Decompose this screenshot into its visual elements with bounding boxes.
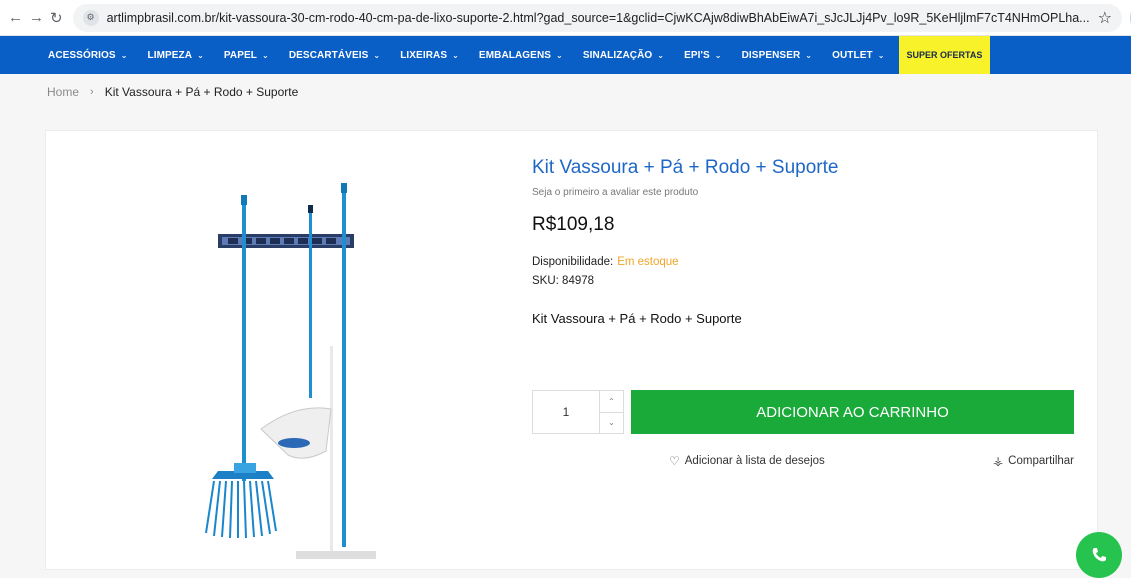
nav-item-limpeza[interactable]: LIMPEZA ⌄ bbox=[148, 50, 204, 61]
chevron-down-icon: ⌄ bbox=[452, 50, 459, 60]
product-info: Kit Vassoura + Pá + Rodo + Suporte Seja … bbox=[532, 157, 1077, 468]
quantity-stepper[interactable]: 1 ⌃ ⌄ bbox=[532, 390, 624, 434]
chevron-down-icon: ⌄ bbox=[373, 50, 381, 60]
product-title: Kit Vassoura + Pá + Rodo + Suporte bbox=[532, 157, 839, 178]
nav-item-lixeiras[interactable]: LIXEIRAS ⌄ bbox=[400, 50, 459, 61]
phone-icon bbox=[1092, 548, 1106, 562]
product-image[interactable] bbox=[176, 181, 426, 561]
quantity-input[interactable]: 1 bbox=[533, 391, 599, 433]
share-label: Compartilhar bbox=[1008, 455, 1074, 467]
main-navigation: ACESSÓRIOS ⌄ LIMPEZA ⌄ PAPEL ⌄ DESCARTÁVEIS… bbox=[0, 36, 1131, 74]
sku: SKU: 84978 bbox=[532, 275, 1077, 287]
nav-label: DISPENSER bbox=[741, 49, 801, 61]
nav-label: PAPEL bbox=[223, 49, 258, 61]
chevron-down-icon: ⌄ bbox=[805, 50, 813, 60]
nav-label: EMBALAGENS bbox=[478, 49, 552, 61]
quantity-arrows: ⌃ ⌄ bbox=[599, 391, 623, 433]
chevron-down-icon: ⌄ bbox=[197, 50, 204, 60]
chevron-down-icon: ⌄ bbox=[120, 50, 128, 60]
wishlist-button[interactable]: ♡ Adicionar à lista de desejos bbox=[669, 454, 825, 468]
chevron-down-icon: ⌄ bbox=[877, 50, 885, 60]
nav-label: LIMPEZA bbox=[147, 49, 193, 61]
chevron-down-icon: ⌄ bbox=[262, 50, 269, 60]
nav-item-sinalizacao[interactable]: SINALIZAÇÃO ⌄ bbox=[583, 50, 664, 61]
nav-label: ACESSÓRIOS bbox=[48, 49, 116, 61]
review-link[interactable]: Seja o primeiro a avaliar este produto bbox=[532, 187, 1077, 198]
short-description: Kit Vassoura + Pá + Rodo + Suporte bbox=[532, 311, 742, 326]
breadcrumb: Home › Kit Vassoura + Pá + Rodo + Suport… bbox=[0, 74, 1131, 110]
chevron-down-icon: ⌄ bbox=[556, 50, 563, 60]
wishlist-label: Adicionar à lista de desejos bbox=[684, 455, 825, 467]
product-price: R$109,18 bbox=[532, 214, 615, 235]
share-button[interactable]: ⚶ Compartilhar bbox=[993, 454, 1074, 468]
nav-label: DESCARTÁVEIS bbox=[288, 49, 369, 61]
chevron-down-icon: ⌄ bbox=[714, 50, 722, 60]
share-icon: ⚶ bbox=[992, 454, 1004, 468]
product-card: Kit Vassoura + Pá + Rodo + Suporte Seja … bbox=[45, 130, 1098, 570]
bookmark-star-icon[interactable]: ☆ bbox=[1098, 8, 1112, 28]
availability: Disponibilidade: Em estoque bbox=[532, 256, 1077, 268]
url-path: /kit-vassoura-30-cm-rodo-40-cm-pa-de-lix… bbox=[215, 10, 1090, 25]
whatsapp-chat-icon[interactable] bbox=[1076, 532, 1122, 578]
nav-label: EPI'S bbox=[684, 49, 710, 61]
availability-label: Disponibilidade: bbox=[532, 256, 614, 268]
url-host: artlimpbrasil.com.br bbox=[106, 10, 216, 25]
nav-item-embalagens[interactable]: EMBALAGENS ⌄ bbox=[479, 50, 563, 61]
heart-icon: ♡ bbox=[669, 454, 680, 468]
nav-item-outlet[interactable]: OUTLET ⌄ bbox=[832, 50, 884, 61]
nav-item-descartaveis[interactable]: DESCARTÁVEIS ⌄ bbox=[289, 50, 380, 61]
site-info-icon[interactable]: ⚙ bbox=[82, 9, 99, 26]
nav-label: OUTLET bbox=[832, 49, 873, 61]
nav-item-papel[interactable]: PAPEL ⌄ bbox=[224, 50, 269, 61]
sku-label: SKU: bbox=[532, 275, 559, 287]
sku-value: 84978 bbox=[562, 275, 595, 287]
back-icon[interactable]: ← bbox=[8, 7, 23, 29]
chevron-down-icon: ⌄ bbox=[657, 50, 665, 60]
browser-toolbar: ← → ↻ ⚙ artlimpbrasil.com.br/kit-vassour… bbox=[0, 0, 1131, 36]
url-text[interactable]: artlimpbrasil.com.br/kit-vassoura-30-cm-… bbox=[107, 11, 1090, 25]
add-to-cart-row: 1 ⌃ ⌄ ADICIONAR AO CARRINHO bbox=[532, 390, 1074, 434]
nav-item-epis[interactable]: EPI'S ⌄ bbox=[684, 50, 721, 61]
breadcrumb-home-link[interactable]: Home bbox=[47, 85, 79, 99]
stock-status: Em estoque bbox=[617, 256, 679, 268]
address-bar[interactable]: ⚙ artlimpbrasil.com.br/kit-vassoura-30-c… bbox=[72, 3, 1122, 32]
nav-label: SINALIZAÇÃO bbox=[582, 49, 653, 61]
chevron-right-icon: › bbox=[90, 86, 94, 98]
forward-icon[interactable]: → bbox=[29, 7, 44, 29]
nav-item-dispenser[interactable]: DISPENSER ⌄ bbox=[742, 50, 813, 61]
decrement-icon[interactable]: ⌄ bbox=[600, 411, 623, 434]
nav-item-acessorios[interactable]: ACESSÓRIOS ⌄ bbox=[48, 50, 128, 61]
add-to-cart-button[interactable]: ADICIONAR AO CARRINHO bbox=[631, 390, 1074, 434]
nav-item-super-ofertas[interactable]: SUPER OFERTAS bbox=[898, 36, 991, 74]
reload-icon[interactable]: ↻ bbox=[50, 7, 63, 29]
nav-label: LIXEIRAS bbox=[400, 49, 448, 61]
increment-icon[interactable]: ⌃ bbox=[600, 391, 623, 412]
breadcrumb-current: Kit Vassoura + Pá + Rodo + Suporte bbox=[104, 85, 299, 99]
